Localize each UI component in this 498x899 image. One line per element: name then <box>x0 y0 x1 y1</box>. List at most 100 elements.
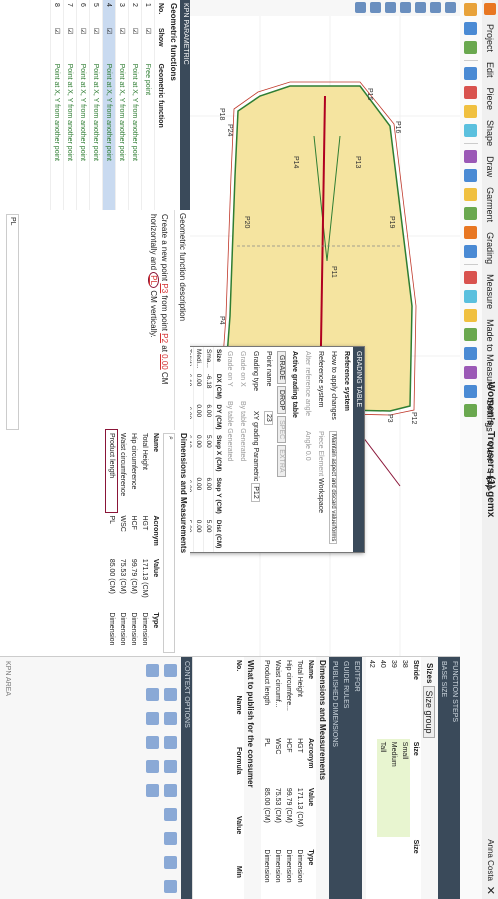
menu-made-to-measure[interactable]: Made to Measure <box>485 314 495 394</box>
cell-dx[interactable]: 0.00 <box>193 371 204 403</box>
grid-icon[interactable] <box>464 207 478 220</box>
help-icon[interactable] <box>464 404 478 417</box>
zoom-icon[interactable] <box>464 245 478 258</box>
table-row[interactable]: Waist circumference WSC 75.53 (CM) Dimensio… <box>117 430 128 656</box>
point-name-field[interactable]: 23 <box>264 411 273 425</box>
formula-field[interactable]: PL <box>6 214 19 430</box>
table-row[interactable]: 3 ☑ Point at X, Y from another point <box>115 0 129 210</box>
grade-y-by-table[interactable]: By table <box>226 401 233 426</box>
context-tool-icon[interactable] <box>164 760 177 773</box>
horizontal-value-link[interactable]: 0.00 <box>160 354 169 370</box>
table-row[interactable]: 7 ☑ Point at X, Y from another point <box>63 0 77 210</box>
curve-tool-icon[interactable] <box>415 2 426 13</box>
table-row[interactable]: 40 Tall <box>377 657 388 899</box>
context-tool-icon[interactable] <box>146 760 159 773</box>
line-tool-icon[interactable] <box>430 2 441 13</box>
show-checkbox[interactable]: ☑ <box>102 24 116 61</box>
cell-step-y[interactable]: 6.00 <box>203 475 214 518</box>
context-tool-icon[interactable] <box>146 736 159 749</box>
drop-button[interactable]: DROP <box>277 385 286 415</box>
table-row[interactable]: Total Height HGT 171.13 (CM) Dimension <box>294 657 305 899</box>
pattern-canvas[interactable]: P15 P16 P12 P3 P1 P11 P19 P20 P18 P24 P2… <box>168 16 460 656</box>
context-tool-icon[interactable] <box>164 808 177 821</box>
from-point-link[interactable]: P2 <box>160 333 169 343</box>
radio-workspace[interactable]: Workspace <box>317 478 324 513</box>
menu-edit[interactable]: Edit <box>485 57 495 83</box>
angle-value[interactable]: 0.0 <box>304 451 311 461</box>
context-tool-icon[interactable] <box>146 712 159 725</box>
grading-icon[interactable] <box>464 150 478 163</box>
marker-icon[interactable] <box>464 309 478 322</box>
show-checkbox[interactable]: ☑ <box>50 24 64 61</box>
vertical-value-link[interactable]: PL <box>148 272 159 289</box>
table-row[interactable]: Sma... -6.18 6.00 5.00 6.00 5.00 <box>203 347 214 552</box>
layer-tool-icon[interactable] <box>355 2 366 13</box>
notch-icon[interactable] <box>464 290 478 303</box>
table-row[interactable]: 1 ☑ Free point <box>141 0 155 210</box>
undo-icon[interactable] <box>464 41 478 54</box>
table-row[interactable]: 2 ☑ Point at X, Y from another point <box>128 0 142 210</box>
new-project-icon[interactable] <box>464 3 478 16</box>
context-tool-icon[interactable] <box>164 712 177 725</box>
context-tool-icon[interactable] <box>164 856 177 869</box>
pattern-drawing[interactable]: P15 P16 P12 P3 P1 P11 P19 P20 P18 P24 P2… <box>190 16 460 656</box>
radio-xy-grading[interactable]: XY grading <box>252 411 259 446</box>
save-icon[interactable] <box>464 22 478 35</box>
window-close-icon[interactable]: ✕ <box>484 886 497 895</box>
menu-garment[interactable]: Garment <box>485 182 495 227</box>
size-group-tab[interactable]: Size group <box>423 686 436 738</box>
table-row[interactable]: Product length PL 85.00 (CM) Dimension <box>261 657 272 899</box>
table-row[interactable]: 6 ☑ Point at X, Y from another point <box>76 0 90 210</box>
menu-shape[interactable]: Shape <box>485 115 495 151</box>
grade-x-generated[interactable]: Generated <box>239 428 246 461</box>
function-steps-bar[interactable]: FUNCTION STEPS <box>449 657 460 899</box>
context-tool-icon[interactable] <box>164 664 177 677</box>
context-tool-icon[interactable] <box>164 736 177 749</box>
table-row[interactable]: 39 Medium <box>388 657 399 899</box>
context-tool-icon[interactable] <box>164 784 177 797</box>
show-checkbox[interactable]: ☑ <box>89 24 103 61</box>
table-row[interactable]: 8 ☑ Point at X, Y from another point <box>50 0 64 210</box>
table-row-highlighted[interactable]: Product length PL 85.00 (CM) Dimension <box>105 422 118 656</box>
draw-icon[interactable] <box>464 86 478 99</box>
radio-parametric[interactable]: Parametric <box>252 447 259 481</box>
table-row[interactable]: Waist circumf... WSC 75.53 (CM) Dimension <box>272 657 283 899</box>
cell-dy[interactable]: 0.00 <box>193 402 204 434</box>
grade-y-generated[interactable]: Generated <box>226 428 233 461</box>
select-icon[interactable] <box>464 67 478 80</box>
table-row-selected[interactable]: 4 ☑ Point at X, Y from another point <box>102 0 116 210</box>
context-tool-icon[interactable] <box>146 688 159 701</box>
cell-dist[interactable]: 5.00 <box>203 517 214 552</box>
cell-dy[interactable]: 6.00 <box>203 402 214 434</box>
cell-step-x[interactable]: 0.00 <box>193 433 204 476</box>
menu-piece[interactable]: Piece <box>485 83 495 116</box>
cell-dx[interactable]: -6.18 <box>203 371 214 403</box>
menu-grading[interactable]: Grading <box>485 227 495 269</box>
menu-help[interactable]: Help <box>485 466 495 495</box>
pointer-tool-icon[interactable] <box>445 2 456 13</box>
point-tool-icon[interactable] <box>400 2 411 13</box>
show-checkbox[interactable]: ☑ <box>141 24 155 61</box>
base-size-bar[interactable]: BASE SIZE <box>438 657 449 899</box>
new-point-link[interactable]: P3 <box>160 283 169 293</box>
editfor-bar[interactable]: EDITFOR <box>351 657 362 899</box>
measure-tool-icon[interactable] <box>385 2 396 13</box>
show-checkbox[interactable]: ☑ <box>128 24 142 61</box>
spec-button[interactable]: SPEC <box>277 416 286 444</box>
context-tool-icon[interactable] <box>164 832 177 845</box>
table-row[interactable]: 42 <box>366 657 377 899</box>
cut-icon[interactable] <box>464 271 478 284</box>
radio-element[interactable]: Element <box>317 450 324 476</box>
apply-changes-select[interactable]: Maintain aspect and discard value/forms <box>329 431 338 545</box>
context-options-bar[interactable]: CONTEXT OPTIONS <box>181 657 192 899</box>
table-row[interactable]: Total Height HGT 171.13 (CM) Dimension <box>139 430 150 656</box>
show-checkbox[interactable]: ☑ <box>63 24 77 61</box>
context-tool-icon[interactable] <box>146 664 159 677</box>
table-row[interactable]: Hip circumference HCF 99.79 (CM) Dimension <box>128 430 139 656</box>
user-name[interactable]: Anna Costa <box>486 839 495 881</box>
guide-rules-bar[interactable]: GUIDE RULES <box>340 657 351 899</box>
cell-dist[interactable]: 0.00 <box>193 517 204 552</box>
folder-icon[interactable] <box>464 188 478 201</box>
menu-draw[interactable]: Draw <box>485 151 495 182</box>
measure-icon[interactable] <box>464 124 478 137</box>
